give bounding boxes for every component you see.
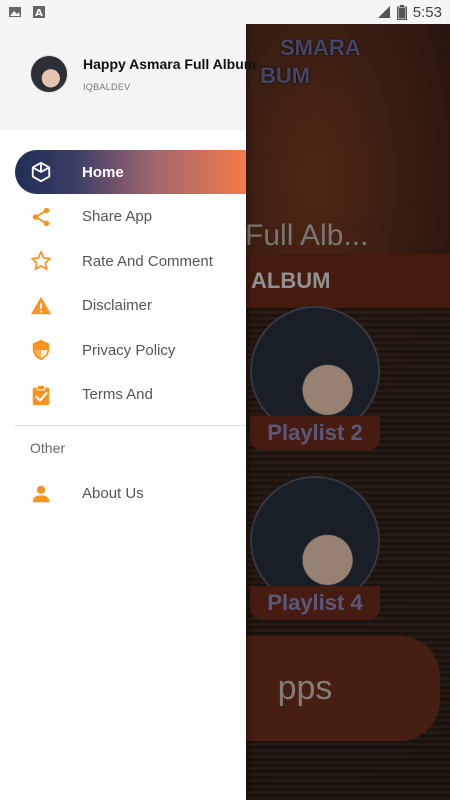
warning-icon	[30, 296, 52, 314]
star-icon	[31, 251, 51, 271]
a-notification-icon: A	[33, 6, 45, 19]
menu-item-about-us[interactable]: About Us	[0, 472, 246, 516]
menu-item-label: Share App	[82, 208, 153, 225]
menu-item-label: Home	[82, 163, 124, 181]
navigation-drawer: Happy Asmara Full Album IQBALDEV Home Sh…	[0, 24, 256, 800]
menu-item-share-app[interactable]: Share App	[0, 195, 246, 239]
section-label-other: Other	[30, 439, 66, 456]
menu-item-label: Terms And	[82, 386, 153, 403]
signal-icon	[377, 6, 390, 18]
menu-item-label: About Us	[82, 485, 144, 502]
clipboard-check-icon	[32, 384, 50, 405]
svg-text:A: A	[35, 8, 43, 19]
menu-item-disclaimer[interactable]: Disclaimer	[0, 284, 246, 328]
drawer-subtitle: IQBALDEV	[83, 82, 131, 92]
menu-item-home[interactable]: Home	[15, 150, 246, 194]
menu-item-label: Privacy Policy	[82, 341, 176, 359]
shield-icon	[32, 339, 50, 361]
menu-item-label: Rate And Comment	[82, 252, 213, 270]
person-icon	[32, 485, 50, 502]
battery-icon	[396, 4, 407, 20]
avatar	[30, 55, 68, 93]
cube-icon	[31, 161, 51, 183]
drawer-menu: Home Share App Rate And Comment Disclaim…	[0, 130, 246, 516]
drawer-title: Happy Asmara Full Album	[83, 56, 257, 72]
share-icon	[32, 207, 50, 226]
status-time: 5:53	[412, 3, 442, 21]
image-icon	[9, 7, 21, 17]
drawer-header: Happy Asmara Full Album IQBALDEV	[0, 24, 256, 130]
status-bar: A 5:53	[0, 0, 450, 24]
menu-item-privacy-policy[interactable]: Privacy Policy	[0, 328, 246, 372]
menu-item-label: Disclaimer	[82, 297, 153, 314]
menu-item-terms[interactable]: Terms And	[0, 373, 246, 417]
menu-item-rate-and-comment[interactable]: Rate And Comment	[0, 239, 246, 283]
